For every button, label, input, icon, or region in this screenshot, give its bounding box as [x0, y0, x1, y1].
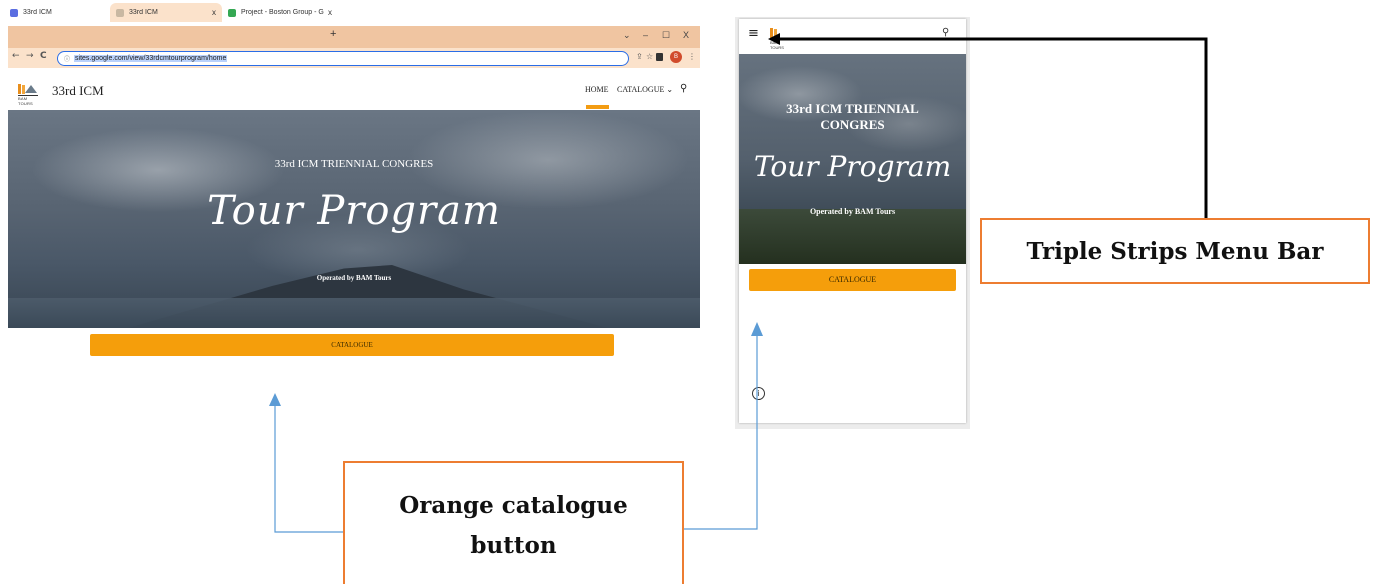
- mobile-hero-title: 33rd ICM TRIENNIAL CONGRES: [786, 101, 919, 132]
- hamburger-menu-icon[interactable]: ≡: [748, 27, 759, 40]
- maximize-button[interactable]: ☐: [662, 30, 670, 41]
- desktop-catalogue-arrow-head: [269, 393, 281, 406]
- mobile-hero-operated-by: Operated by BAM Tours: [809, 207, 896, 216]
- forward-icon[interactable]: →: [26, 51, 34, 61]
- bam-tours-logo[interactable]: BAM TOURS: [18, 84, 38, 106]
- minimize-button[interactable]: –: [643, 30, 648, 40]
- site-info-icon[interactable]: ⓘ: [64, 54, 70, 63]
- nav-home-link[interactable]: HOME: [585, 85, 609, 94]
- catalogue-button-desktop[interactable]: CATALOGUE: [90, 334, 614, 356]
- logo-text: BAM TOURS: [770, 39, 792, 50]
- callout-catalogue-button: Orange catalogue button: [343, 461, 684, 584]
- bookmark-star-icon[interactable]: ☆: [646, 52, 653, 61]
- search-icon[interactable]: ⚲: [680, 83, 687, 94]
- tab-label: Project - Boston Group - Google: [241, 9, 324, 16]
- browser-tab-strip: [8, 26, 700, 48]
- share-icon[interactable]: ⇪: [636, 52, 643, 61]
- tab-label: 33rd ICM: [23, 9, 52, 16]
- new-tab-button[interactable]: +: [330, 28, 336, 40]
- tab-favicon-icon: [228, 8, 236, 17]
- tab-favicon-icon: [10, 8, 18, 17]
- browser-tab-3[interactable]: Project - Boston Group - Google x: [222, 3, 338, 22]
- hero-title: 33rd ICM TRIENNIAL CONGRES: [274, 158, 434, 170]
- tab-label: 33rd ICM: [129, 9, 158, 16]
- callout-catalogue-line2: button: [470, 531, 557, 559]
- callout-menu-bar: Triple Strips Menu Bar: [980, 218, 1370, 284]
- address-bar[interactable]: ⓘ sites.google.com/view/33rdcmtourprogra…: [57, 51, 629, 66]
- hero-script-title: Tour Program: [207, 188, 501, 234]
- catalogue-button-mobile[interactable]: CATALOGUE: [749, 269, 956, 291]
- extension-icon[interactable]: [656, 53, 663, 61]
- back-icon[interactable]: ←: [12, 51, 20, 61]
- close-window-button[interactable]: X: [683, 30, 689, 40]
- callout-catalogue-line1: Orange catalogue: [399, 491, 628, 519]
- browser-menu-icon[interactable]: ⋮: [688, 52, 696, 61]
- nav-active-indicator: [586, 105, 609, 109]
- callout-menu-bar-text: Triple Strips Menu Bar: [1026, 237, 1324, 265]
- info-icon[interactable]: i: [752, 387, 765, 400]
- hero-operated-by: Operated by BAM Tours: [316, 274, 392, 282]
- tab-search-dropdown-icon[interactable]: ⌄: [623, 30, 631, 41]
- reload-icon[interactable]: C: [40, 51, 47, 61]
- bam-tours-logo-mobile[interactable]: BAM TOURS: [770, 28, 792, 50]
- profile-avatar[interactable]: B: [670, 51, 682, 63]
- desktop-catalogue-arrow-line: [274, 402, 343, 533]
- hero-banner: 33rd ICM TRIENNIAL CONGRES Tour Program …: [8, 110, 700, 328]
- search-icon-mobile[interactable]: ⚲: [942, 27, 949, 38]
- nav-catalogue-dropdown[interactable]: CATALOGUE ⌄: [617, 85, 673, 94]
- mobile-hero-banner: 33rd ICM TRIENNIAL CONGRES Tour Program …: [739, 54, 966, 264]
- url-text: sites.google.com/view/33rdcmtourprogram/…: [74, 55, 228, 62]
- hero-forest: [739, 209, 966, 264]
- hero-lake: [8, 298, 700, 328]
- close-tab-icon[interactable]: x: [328, 8, 332, 17]
- logo-text: BAM TOURS: [18, 95, 38, 106]
- close-tab-icon[interactable]: x: [212, 8, 216, 17]
- tab-favicon-icon: [116, 8, 124, 17]
- mobile-hero-script-title: Tour Program: [753, 150, 952, 183]
- browser-tab-1[interactable]: 33rd ICM x: [4, 3, 122, 22]
- site-title[interactable]: 33rd ICM: [52, 83, 104, 99]
- browser-tab-2-active[interactable]: 33rd ICM x: [110, 3, 222, 22]
